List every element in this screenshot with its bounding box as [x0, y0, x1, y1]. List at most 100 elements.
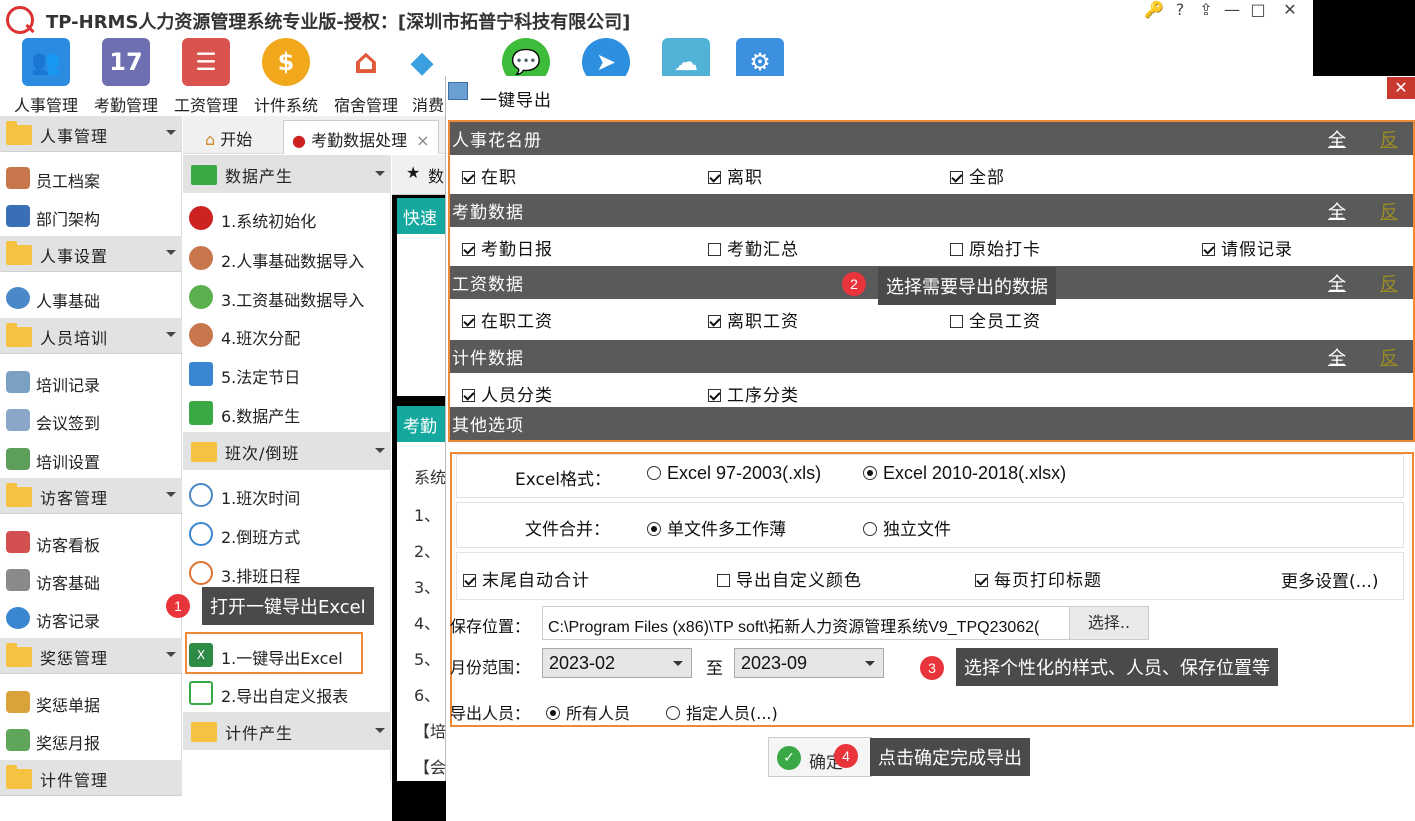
sidebar-group-hr[interactable]: 人事管理 — [0, 116, 182, 152]
sidebar: 人事管理 员工档案 部门架构 人事设置 人事基础 人员培训 培训记录 会议签到 … — [0, 116, 182, 796]
checkbox-label: 每页打印标题 — [994, 571, 1102, 591]
checkbox-active[interactable]: 在职 — [462, 163, 517, 188]
select-all-link[interactable]: 全 — [1328, 270, 1346, 296]
sidebar-group-piecework[interactable]: 计件管理 — [0, 760, 182, 796]
sidebar-group-visitors[interactable]: 访客管理 — [0, 478, 182, 514]
section-title: 考勤数据 — [452, 203, 524, 223]
panel-item-schedule[interactable]: 3.排班日程 — [183, 555, 391, 591]
calendar-gear-icon — [189, 362, 213, 386]
save-path-input[interactable]: C:\Program Files (x86)\TP soft\拓新人力资源管理系… — [542, 606, 1070, 640]
more-settings-link[interactable]: 更多设置(...) — [1281, 567, 1378, 592]
tab-attendance[interactable]: ● 考勤数据处理 × — [283, 120, 439, 154]
checkbox-staff-category[interactable]: 人员分类 — [462, 381, 553, 406]
sidebar-group-hr-settings[interactable]: 人事设置 — [0, 236, 182, 272]
checkbox-leave[interactable]: 请假记录 — [1202, 235, 1293, 260]
select-all-link[interactable]: 全 — [1328, 344, 1346, 370]
clock-icon — [189, 483, 213, 507]
checkbox-summary[interactable]: 考勤汇总 — [708, 235, 799, 260]
panel-item-data-gen[interactable]: 6.数据产生 — [183, 395, 391, 431]
panel-item-holidays[interactable]: 5.法定节日 — [183, 356, 391, 392]
checkbox-custom-color[interactable]: 导出自定义颜色 — [717, 566, 862, 591]
sidebar-item-visitor-board[interactable]: 访客看板 — [0, 524, 182, 560]
module-attendance[interactable]: 17 考勤管理 — [86, 36, 166, 115]
checkbox-label: 全部 — [969, 168, 1005, 188]
sidebar-group-label: 计件管理 — [40, 771, 109, 790]
month-to-select[interactable]: 2023-09 — [734, 648, 884, 678]
radio-single-file[interactable]: 单文件多工作薄 — [647, 515, 786, 540]
close-tab-icon[interactable]: × — [416, 131, 429, 150]
module-payroll[interactable]: ☰ 工资管理 — [166, 36, 246, 115]
checkbox-daily[interactable]: 考勤日报 — [462, 235, 553, 260]
minimize-button[interactable]: — — [1218, 0, 1246, 22]
maximize-button[interactable]: □ — [1244, 0, 1272, 22]
tab-start[interactable]: ⌂ 开始 — [197, 120, 260, 154]
close-dialog-button[interactable]: ✕ — [1387, 77, 1415, 99]
training-settings-icon — [6, 448, 30, 470]
module-hr[interactable]: 👥 人事管理 — [6, 36, 86, 115]
checkbox-all-pay[interactable]: 全员工资 — [950, 307, 1041, 332]
panel-item-shift-time[interactable]: 1.班次时间 — [183, 477, 391, 513]
panel-item-init[interactable]: 1.系统初始化 — [183, 200, 391, 236]
upload-icon[interactable]: ⇪ — [1192, 0, 1220, 22]
sidebar-item-employee-files[interactable]: 员工档案 — [0, 160, 182, 196]
bg-card — [397, 234, 445, 396]
panel-item-label: 3.排班日程 — [221, 567, 301, 586]
checkbox-print-title[interactable]: 每页打印标题 — [975, 566, 1102, 591]
panel-item-rotation[interactable]: 2.倒班方式 — [183, 516, 391, 552]
sidebar-item-hr-basics[interactable]: 人事基础 — [0, 280, 182, 316]
checkbox-process-category[interactable]: 工序分类 — [708, 381, 799, 406]
checkbox-resigned[interactable]: 离职 — [708, 163, 763, 188]
module-piecework[interactable]: $ 计件系统 — [246, 36, 326, 115]
sidebar-item-visitor-records[interactable]: 访客记录 — [0, 600, 182, 636]
month-from-select[interactable]: 2023-02 — [542, 648, 692, 678]
sidebar-item-visitor-basics[interactable]: 访客基础 — [0, 562, 182, 598]
sidebar-item-departments[interactable]: 部门架构 — [0, 198, 182, 234]
sidebar-item-training-records[interactable]: 培训记录 — [0, 364, 182, 400]
panel-item-custom-report[interactable]: 2.导出自定义报表 — [183, 675, 391, 711]
browse-button[interactable]: 选择.. — [1069, 606, 1149, 640]
sidebar-group-rewards[interactable]: 奖惩管理 — [0, 638, 182, 674]
panel-item-hr-import[interactable]: 2.人事基础数据导入 — [183, 240, 391, 276]
panel-item-payroll-import[interactable]: 3.工资基础数据导入 — [183, 279, 391, 315]
checkbox-raw-punch[interactable]: 原始打卡 — [950, 235, 1041, 260]
invert-selection-link[interactable]: 反 — [1380, 126, 1398, 152]
key-icon[interactable]: 🔑 — [1140, 0, 1168, 22]
section-row-payroll: 在职工资 离职工资 全员工资 — [450, 299, 1413, 339]
sidebar-item-meeting-signin[interactable]: 会议签到 — [0, 402, 182, 438]
bg-text: 3、 — [414, 578, 441, 597]
checkbox-resigned-pay[interactable]: 离职工资 — [708, 307, 799, 332]
radio-specific-people[interactable]: 指定人员(...) — [666, 700, 778, 724]
step-badge: 3 — [920, 656, 944, 680]
module-consumption[interactable]: ◆ 消费 — [400, 36, 444, 112]
checkbox-auto-total[interactable]: 末尾自动合计 — [463, 566, 590, 591]
section-header-other: 其他选项 — [450, 407, 1413, 440]
month-range-label: 月份范围： — [450, 658, 531, 677]
radio-xlsx[interactable]: Excel 2010-2018(.xlsx) — [863, 463, 1066, 484]
sidebar-item-reward-forms[interactable]: 奖惩单据 — [0, 684, 182, 720]
invert-selection-link[interactable]: 反 — [1380, 270, 1398, 296]
panel-item-shift-assign[interactable]: 4.班次分配 — [183, 317, 391, 353]
panel-item-label: 5.法定节日 — [221, 368, 301, 387]
checkbox-active-pay[interactable]: 在职工资 — [462, 307, 553, 332]
sidebar-item-label: 培训记录 — [36, 376, 101, 395]
close-window-button[interactable]: ✕ — [1276, 0, 1304, 22]
panel-group-piecework[interactable]: 计件产生 — [183, 712, 391, 750]
checkbox-all[interactable]: 全部 — [950, 163, 1005, 188]
panel-group-shifts[interactable]: 班次/倒班 — [183, 432, 391, 470]
function-panel: 数据产生 1.系统初始化 2.人事基础数据导入 3.工资基础数据导入 4.班次分… — [183, 155, 391, 781]
sidebar-item-reward-monthly[interactable]: 奖惩月报 — [0, 722, 182, 758]
sidebar-item-training-settings[interactable]: 培训设置 — [0, 441, 182, 477]
select-all-link[interactable]: 全 — [1328, 198, 1346, 224]
invert-selection-link[interactable]: 反 — [1380, 198, 1398, 224]
report-icon — [6, 729, 30, 751]
sidebar-group-training[interactable]: 人员培训 — [0, 318, 182, 354]
panel-group-data-gen[interactable]: 数据产生 — [183, 155, 391, 193]
checkbox-icon — [462, 171, 475, 184]
module-dormitory[interactable]: ⌂ 宿舍管理 — [326, 36, 406, 115]
help-icon[interactable]: ? — [1166, 0, 1194, 22]
invert-selection-link[interactable]: 反 — [1380, 344, 1398, 370]
radio-all-people[interactable]: 所有人员 — [546, 700, 630, 724]
radio-xls[interactable]: Excel 97-2003(.xls) — [647, 463, 821, 484]
radio-separate-files[interactable]: 独立文件 — [863, 515, 951, 540]
select-all-link[interactable]: 全 — [1328, 126, 1346, 152]
